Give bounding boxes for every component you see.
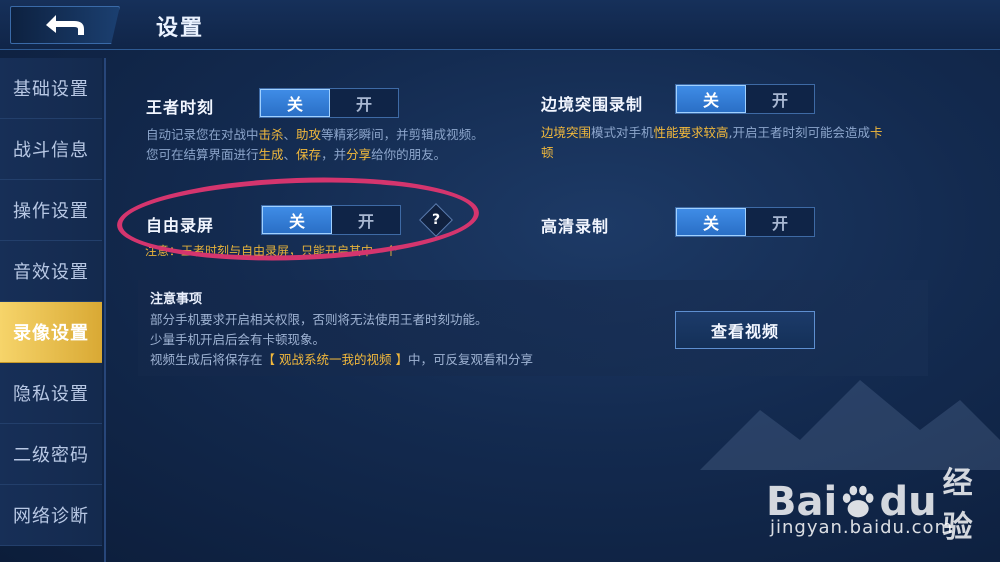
border-recording-label: 边境突围录制	[541, 95, 644, 114]
sidebar-item-network[interactable]: 网络诊断	[0, 485, 102, 546]
watermark-url: jingyan.baidu.com	[770, 517, 954, 538]
view-video-button[interactable]: 查看视频	[675, 311, 815, 349]
notes-title: 注意事项	[150, 292, 203, 307]
notes-line-2: 少量手机开启后会有卡顿现象。	[150, 332, 326, 347]
wangzhe-off-option[interactable]: 关	[260, 89, 330, 117]
hd-recording-label: 高清录制	[541, 217, 610, 236]
sidebar-item-battle-info[interactable]: 战斗信息	[0, 119, 102, 180]
sidebar-item-secondary-password[interactable]: 二级密码	[0, 424, 102, 485]
wangzhe-on-option[interactable]: 开	[330, 89, 398, 117]
sidebar-item-privacy[interactable]: 隐私设置	[0, 363, 102, 424]
notes-line-1: 部分手机要求开启相关权限，否则将无法使用王者时刻功能。	[150, 312, 488, 327]
wangzhe-moment-label: 王者时刻	[146, 98, 215, 117]
page-title: 设置	[156, 16, 205, 41]
content-divider	[104, 58, 106, 562]
notes-line-3: 视频生成后将保存在【 观战系统一我的视频 】中，可反复观看和分享	[150, 352, 533, 367]
hd-recording-toggle: 关 开	[675, 207, 815, 237]
back-arrow-icon	[46, 15, 84, 35]
back-button[interactable]	[10, 6, 120, 44]
sidebar-item-sound[interactable]: 音效设置	[0, 241, 102, 302]
sidebar-item-basic[interactable]: 基础设置	[0, 58, 102, 119]
top-bar: 设置	[0, 0, 1000, 50]
wangzhe-moment-toggle: 关 开	[259, 88, 399, 118]
hd-off-option[interactable]: 关	[676, 208, 746, 236]
wangzhe-description: 自动记录您在对战中击杀、助攻等精彩瞬间，并剪辑成视频。 您可在结算界面进行生成、…	[146, 127, 484, 162]
border-off-option[interactable]: 关	[676, 85, 746, 113]
sidebar-item-recording[interactable]: 录像设置	[0, 302, 102, 363]
sidebar: 基础设置 战斗信息 操作设置 音效设置 录像设置 隐私设置 二级密码 网络诊断	[0, 58, 104, 562]
border-recording-toggle: 关 开	[675, 84, 815, 114]
baidu-paw-icon	[843, 485, 874, 518]
border-description: 边境突围模式对手机性能要求较高,开启王者时刻可能会造成卡 顿	[541, 125, 883, 160]
notes-panel: 注意事项 部分手机要求开启相关权限，否则将无法使用王者时刻功能。 少量手机开启后…	[138, 280, 928, 376]
sidebar-item-controls[interactable]: 操作设置	[0, 180, 102, 241]
annotation-circle	[115, 171, 481, 267]
hd-on-option[interactable]: 开	[746, 208, 814, 236]
border-on-option[interactable]: 开	[746, 85, 814, 113]
